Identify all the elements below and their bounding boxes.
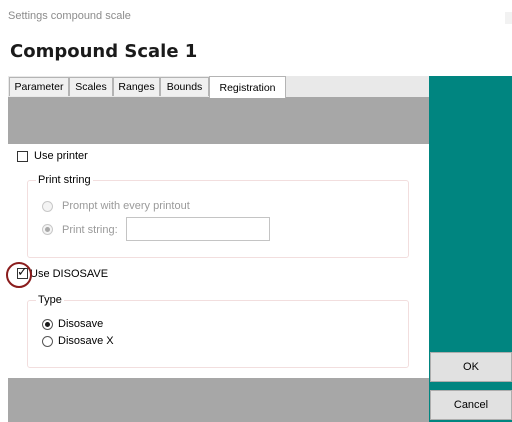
tab-ranges[interactable]: Ranges bbox=[113, 77, 160, 96]
tab-header-band bbox=[8, 97, 429, 144]
disosave-x-label: Disosave X bbox=[58, 335, 114, 347]
type-group bbox=[27, 300, 409, 368]
registration-panel: Use printer Print string Prompt with eve… bbox=[8, 144, 430, 378]
prompt-every-printout-radio[interactable] bbox=[42, 201, 53, 212]
use-printer-label: Use printer bbox=[34, 150, 88, 162]
type-group-title: Type bbox=[36, 294, 64, 306]
print-string-group-title: Print string bbox=[36, 174, 93, 186]
cancel-button[interactable]: Cancel bbox=[430, 390, 512, 420]
window-title: Settings compound scale bbox=[8, 10, 131, 22]
print-string-label: Print string: bbox=[62, 224, 118, 236]
panel-footer-band bbox=[8, 378, 429, 422]
use-disosave-label: Use DISOSAVE bbox=[30, 268, 109, 280]
tab-scales[interactable]: Scales bbox=[69, 77, 113, 96]
tab-parameter[interactable]: Parameter bbox=[9, 77, 69, 96]
radio-dot-icon bbox=[45, 227, 50, 232]
use-printer-checkbox[interactable] bbox=[17, 151, 28, 162]
disosave-label: Disosave bbox=[58, 318, 104, 330]
tab-bounds[interactable]: Bounds bbox=[160, 77, 209, 96]
close-button[interactable] bbox=[505, 12, 512, 24]
disosave-radio[interactable] bbox=[42, 319, 53, 330]
tab-registration[interactable]: Registration bbox=[209, 76, 286, 98]
ok-button[interactable]: OK bbox=[430, 352, 512, 382]
prompt-every-printout-label: Prompt with every printout bbox=[62, 200, 190, 212]
disosave-x-radio[interactable] bbox=[42, 336, 53, 347]
print-string-input[interactable] bbox=[126, 217, 270, 241]
radio-dot-icon bbox=[45, 322, 50, 327]
tab-strip: Parameter Scales Ranges Bounds Registrat… bbox=[8, 76, 429, 98]
page-title: Compound Scale 1 bbox=[10, 41, 198, 62]
print-string-radio[interactable] bbox=[42, 224, 53, 235]
highlight-circle bbox=[6, 262, 32, 288]
